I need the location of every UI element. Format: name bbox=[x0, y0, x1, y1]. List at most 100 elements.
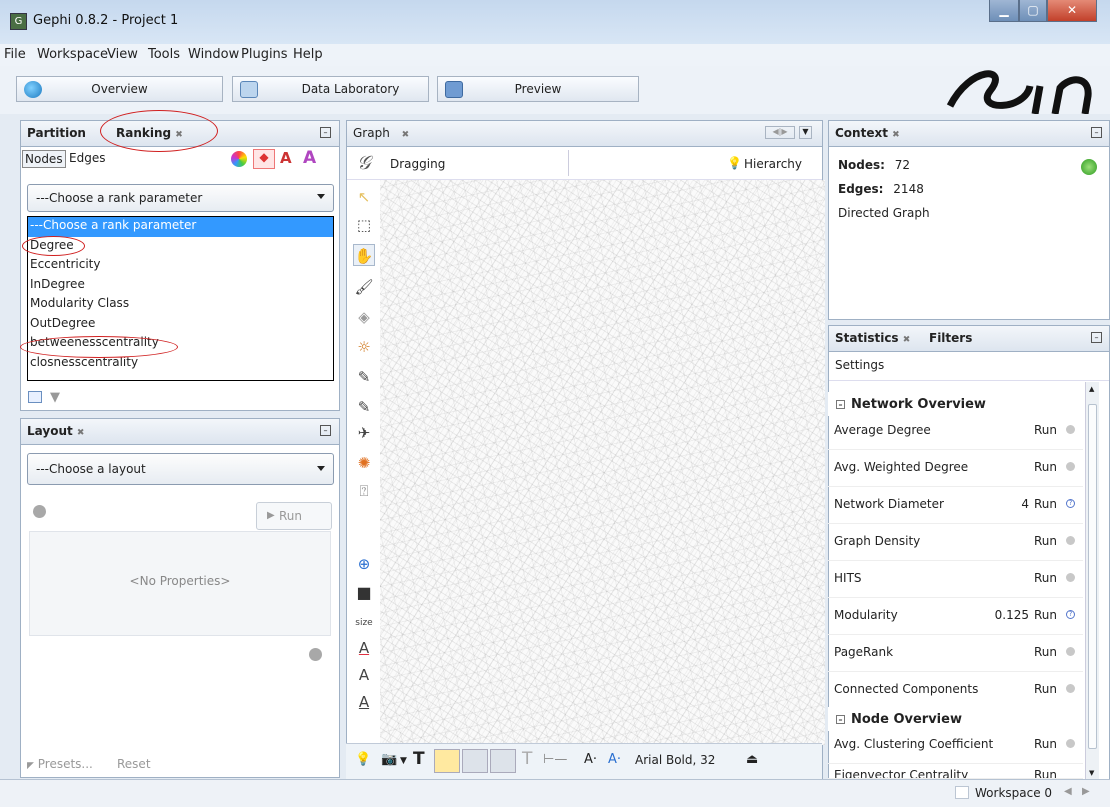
rank-option[interactable]: InDegree bbox=[28, 276, 333, 296]
settings-link[interactable]: Settings bbox=[835, 358, 884, 372]
label-size-tool-icon[interactable]: A bbox=[353, 691, 375, 713]
tab-nodes[interactable]: Nodes bbox=[22, 150, 66, 168]
report-info-icon[interactable]: ? bbox=[1066, 610, 1075, 619]
edge-scale-slider[interactable]: ⊢— bbox=[543, 752, 567, 767]
workspace-prev-icon[interactable]: ◀ bbox=[1064, 786, 1072, 797]
drag-hand-icon[interactable]: ✋ bbox=[353, 244, 375, 266]
font-selector[interactable]: Arial Bold, 32 bbox=[635, 753, 715, 767]
scroll-down-icon[interactable]: ▼ bbox=[1089, 769, 1094, 777]
edge-color-toggle-icon[interactable] bbox=[490, 749, 516, 773]
minimize-button[interactable]: ▁ bbox=[989, 0, 1019, 22]
rank-option[interactable]: ---Choose a rank parameter bbox=[28, 217, 333, 237]
minimize-panel-icon[interactable]: – bbox=[320, 425, 331, 436]
zoom-center-icon[interactable]: ⊕ bbox=[353, 553, 375, 575]
rank-parameter-combo[interactable]: ---Choose a rank parameter bbox=[27, 184, 334, 212]
layout-run-button[interactable]: ▶ Run bbox=[256, 502, 332, 530]
paint-brush-icon[interactable]: 🖌 bbox=[353, 276, 375, 298]
scrollbar-thumb[interactable] bbox=[1088, 404, 1097, 749]
close-tab-icon[interactable]: ✖ bbox=[77, 428, 85, 438]
graph-canvas[interactable] bbox=[380, 180, 825, 745]
tab-list-chevron-icon[interactable]: ▼ bbox=[799, 126, 812, 139]
minimize-panel-icon[interactable]: – bbox=[1091, 127, 1102, 138]
statistics-scrollbar[interactable]: ▲ ▼ bbox=[1085, 382, 1099, 780]
eject-more-icon[interactable]: ⏏ bbox=[746, 752, 758, 767]
menu-workspace[interactable]: Workspace bbox=[37, 47, 108, 62]
layout-combo[interactable]: ---Choose a layout bbox=[27, 453, 334, 485]
size-diamond-icon[interactable]: ◆ bbox=[253, 149, 275, 169]
report-info-icon[interactable]: ? bbox=[1066, 499, 1075, 508]
reset-link[interactable]: Reset bbox=[117, 757, 151, 771]
refresh-status-icon[interactable] bbox=[1081, 159, 1097, 175]
edge-labels-icon[interactable]: T bbox=[522, 749, 532, 769]
tab-statistics[interactable]: Statistics ✖ bbox=[835, 331, 910, 345]
menu-tools[interactable]: Tools bbox=[148, 47, 180, 62]
shortest-path-icon[interactable]: ✈ bbox=[353, 422, 375, 444]
edge-toggle-icon[interactable] bbox=[462, 749, 488, 773]
collapse-icon[interactable]: – bbox=[836, 715, 845, 724]
run-button[interactable]: Run bbox=[1034, 423, 1057, 437]
overview-tab-button[interactable]: Overview bbox=[16, 76, 223, 102]
apply-ranking-icon[interactable] bbox=[28, 391, 42, 403]
close-tab-icon[interactable]: ✖ bbox=[892, 130, 900, 140]
hierarchy-button[interactable]: Hierarchy bbox=[744, 157, 802, 171]
data-laboratory-tab-button[interactable]: Data Laboratory bbox=[232, 76, 429, 102]
color-wheel-icon[interactable] bbox=[231, 151, 247, 167]
run-button[interactable]: Run bbox=[1034, 608, 1057, 622]
label-font-icon[interactable]: A bbox=[353, 664, 375, 686]
lightbulb-icon[interactable]: 💡 bbox=[355, 752, 371, 767]
collapse-icon[interactable]: – bbox=[836, 400, 845, 409]
scroll-up-icon[interactable]: ▲ bbox=[1089, 385, 1094, 393]
select-arrow-icon[interactable]: ↖ bbox=[353, 186, 375, 208]
filter-funnel-icon[interactable]: ▼ bbox=[50, 390, 60, 405]
tab-scroll-arrows[interactable]: ◀|▶ bbox=[765, 126, 795, 139]
close-button[interactable]: ✕ bbox=[1047, 0, 1097, 22]
tab-filters[interactable]: Filters bbox=[929, 331, 972, 345]
camera-dropdown-icon[interactable]: ▼ bbox=[400, 756, 407, 766]
rank-option[interactable]: OutDegree bbox=[28, 315, 333, 335]
tab-edges[interactable]: Edges bbox=[69, 151, 105, 165]
workspace-next-icon[interactable]: ▶ bbox=[1082, 786, 1090, 797]
label-color-icon[interactable]: A bbox=[280, 149, 292, 167]
heatmap-icon[interactable]: ☼ bbox=[353, 336, 375, 358]
label-color-tool-icon[interactable]: A bbox=[353, 637, 375, 659]
diffusion-icon[interactable]: ✺ bbox=[353, 452, 375, 474]
close-tab-icon[interactable]: ✖ bbox=[402, 130, 410, 140]
background-color-icon[interactable]: ■ bbox=[353, 582, 375, 604]
presets-link[interactable]: ◤ Presets... bbox=[27, 757, 93, 771]
minimize-panel-icon[interactable]: – bbox=[1091, 332, 1102, 343]
edit-query-icon[interactable]: ⍰ bbox=[353, 480, 375, 502]
close-tab-icon[interactable]: ✖ bbox=[903, 335, 911, 345]
run-button[interactable]: Run bbox=[1034, 571, 1057, 585]
run-button[interactable]: Run bbox=[1034, 645, 1057, 659]
menu-file[interactable]: File bbox=[4, 47, 26, 62]
maximize-button[interactable]: ▢ bbox=[1019, 0, 1047, 22]
minimize-panel-icon[interactable]: – bbox=[320, 127, 331, 138]
menu-view[interactable]: View bbox=[107, 47, 138, 62]
workspace-label[interactable]: Workspace 0 bbox=[975, 786, 1052, 800]
run-button[interactable]: Run bbox=[1034, 460, 1057, 474]
run-button[interactable]: Run bbox=[1034, 768, 1057, 778]
run-button[interactable]: Run bbox=[1034, 534, 1057, 548]
run-button[interactable]: Run bbox=[1034, 497, 1057, 511]
rectangle-select-icon[interactable]: ⬚ bbox=[353, 214, 375, 236]
preview-tab-button[interactable]: Preview bbox=[437, 76, 639, 102]
info-icon[interactable] bbox=[33, 505, 46, 518]
tab-context[interactable]: Context ✖ bbox=[835, 126, 900, 140]
run-button[interactable]: Run bbox=[1034, 737, 1057, 751]
label-size-icon[interactable]: A bbox=[303, 148, 316, 168]
rank-option[interactable]: Modularity Class bbox=[28, 295, 333, 315]
text-toggle-icon[interactable]: T bbox=[413, 749, 425, 769]
pencil-icon[interactable]: ✎ bbox=[353, 366, 375, 388]
run-button[interactable]: Run bbox=[1034, 682, 1057, 696]
menu-plugins[interactable]: Plugins bbox=[241, 47, 288, 62]
tab-partition[interactable]: Partition bbox=[27, 126, 86, 140]
menu-window[interactable]: Window bbox=[188, 47, 239, 62]
screenshot-camera-icon[interactable]: 📷 bbox=[381, 752, 397, 767]
decrease-font-button[interactable]: A· bbox=[584, 752, 597, 767]
increase-font-button[interactable]: A· bbox=[608, 752, 621, 767]
node-labels-toggle-icon[interactable] bbox=[434, 749, 460, 773]
edge-pencil-icon[interactable]: ✎ bbox=[353, 396, 375, 418]
tab-layout[interactable]: Layout ✖ bbox=[27, 424, 84, 438]
size-tool[interactable]: size bbox=[353, 612, 375, 634]
rank-option[interactable]: Eccentricity bbox=[28, 256, 333, 276]
